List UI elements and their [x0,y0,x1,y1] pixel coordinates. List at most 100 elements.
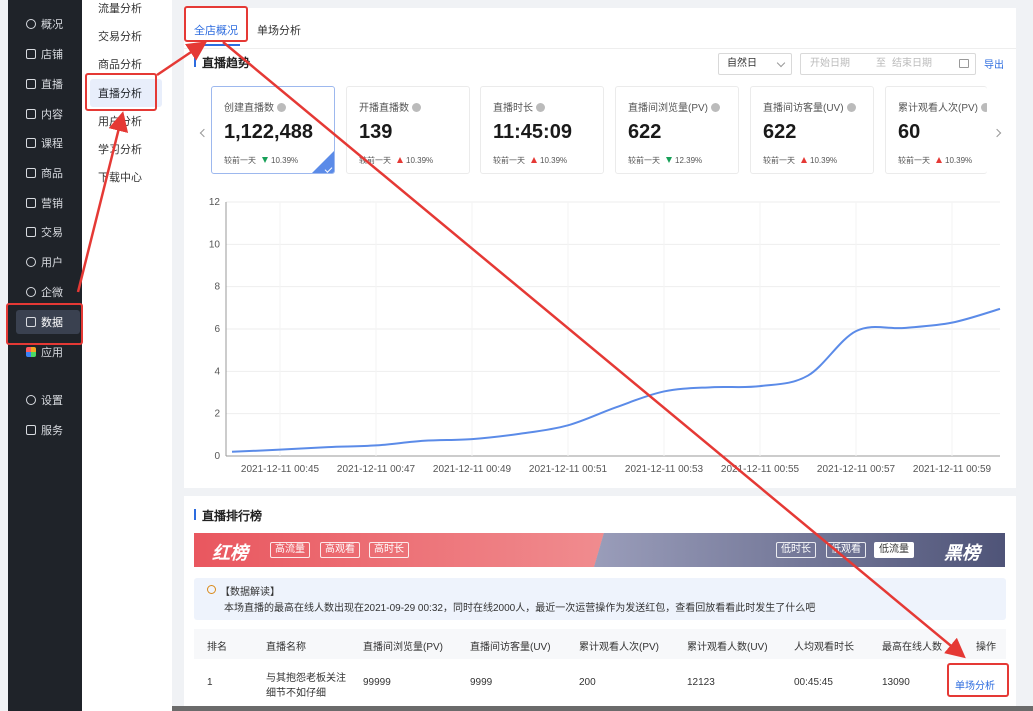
tab-divider [184,48,1016,49]
chevron-left-icon[interactable] [199,128,209,138]
cell-rank: 1 [207,677,213,688]
annotation-box-data-nav [6,303,83,345]
col-peak-online: 最高在线人数 [882,642,942,653]
kpi-card-pv[interactable]: 直播间浏览量(PV) 622 较前一天 12.39% [615,86,739,174]
red-tag-high-traffic[interactable]: 高流量 [270,542,310,558]
service-icon [26,425,36,435]
kpi-compare-label: 较前一天 [493,156,525,165]
info-icon [277,103,286,112]
nav-label: 商品 [41,168,63,180]
kpi-compare-label: 较前一天 [359,156,391,165]
bottom-scrollbar [172,706,1033,711]
kpi-compare: 较前一天 10.39% [763,155,837,166]
annotation-box-overview-tab [184,6,248,42]
kpi-card-uv[interactable]: 直播间访客量(UV) 622 较前一天 10.39% [750,86,874,174]
cell-total-viewers: 12123 [687,677,715,688]
red-list-title: 红榜 [212,543,248,563]
cell-uv: 9999 [470,677,493,688]
period-select[interactable]: 自然日 [718,53,792,75]
overview-card: 全店概况 单场分析 直播趋势 自然日 开始日期 至 结束日期 导出 创建直播数 … [184,8,1016,488]
nav-item-content[interactable]: 内容 [16,102,80,126]
main-content: 全店概况 单场分析 直播趋势 自然日 开始日期 至 结束日期 导出 创建直播数 … [172,0,1033,711]
lightbulb-icon [207,585,216,594]
black-tag-low-views[interactable]: 低观看 [826,542,866,558]
trend-up-icon [936,157,942,163]
black-tag-low-duration[interactable]: 低时长 [776,542,816,558]
kpi-change: 10.39% [945,156,973,165]
kpi-label: 开播直播数 [359,103,409,114]
kpi-compare: 较前一天 10.39% [224,155,298,166]
chevron-right-icon[interactable] [992,128,1002,138]
nav-item-store[interactable]: 店铺 [16,42,80,66]
kpi-label: 直播间浏览量(PV) [628,103,708,114]
megaphone-icon [26,198,36,208]
submenu-trade-analysis[interactable]: 交易分析 [90,22,162,50]
live-icon [26,79,36,89]
black-list-title: 黑榜 [944,543,980,563]
period-select-value: 自然日 [727,58,757,69]
x-tick-label: 2021-12-11 00:47 [337,464,416,475]
y-tick-label: 2 [214,409,220,420]
annotation-box-single-analysis [947,663,1009,697]
trend-up-icon [801,157,807,163]
nav-item-course[interactable]: 课程 [16,131,80,155]
kpi-card-created-lives[interactable]: 创建直播数 1,122,488 较前一天 10.39% [211,86,335,174]
col-total-viewers: 累计观看人数(UV) [687,642,768,653]
nav-item-live[interactable]: 直播 [16,72,80,96]
col-pv: 直播间浏览量(PV) [363,642,443,653]
kpi-value: 11:45:09 [493,121,572,143]
submenu-user-analysis[interactable]: 用户分析 [90,107,162,135]
kpi-card-total-views[interactable]: 累计观看人次(PV) 60 较前一天 10.39% [885,86,987,174]
data-insight-box: 【数据解读】 本场直播的最高在线人数出现在2021-09-29 00:32，同时… [194,578,1006,620]
kpi-card-started-lives[interactable]: 开播直播数 139 较前一天 10.39% [346,86,470,174]
kpi-label-wrap: 直播时长 [493,99,545,114]
kpi-value: 622 [628,121,662,143]
col-live-name: 直播名称 [266,642,306,653]
red-tag-high-views[interactable]: 高观看 [320,542,360,558]
x-tick-label: 2021-12-11 00:49 [433,464,512,475]
nav-item-goods[interactable]: 商品 [16,161,80,185]
nav-item-overview[interactable]: 概况 [16,12,80,36]
kpi-change: 10.39% [271,156,299,165]
kpi-compare: 较前一天 10.39% [898,155,972,166]
nav-item-user[interactable]: 用户 [16,250,80,274]
black-tag-low-traffic[interactable]: 低流量 [874,542,914,558]
red-tag-high-duration[interactable]: 高时长 [369,542,409,558]
end-date-placeholder[interactable]: 结束日期 [892,54,932,74]
apps-grid-icon [26,347,36,357]
nav-item-marketing[interactable]: 营销 [16,191,80,215]
nav-item-settings[interactable]: 设置 [16,388,80,412]
info-icon [846,103,856,112]
gear-icon [26,395,36,405]
start-date-placeholder[interactable]: 开始日期 [810,54,850,74]
insight-text: 本场直播的最高在线人数出现在2021-09-29 00:32，同时在线2000人… [224,603,816,614]
nav-label: 内容 [41,109,63,121]
kpi-compare: 较前一天 10.39% [359,155,433,166]
kpi-change: 12.39% [675,156,703,165]
export-button[interactable]: 导出 [984,56,1004,71]
tab-single-session[interactable]: 单场分析 [257,16,301,46]
x-tick-label: 2021-12-11 00:45 [241,464,320,475]
nav-item-service[interactable]: 服务 [16,418,80,442]
x-tick-label: 2021-12-11 00:55 [721,464,800,475]
user-icon [26,257,36,267]
submenu-download-center[interactable]: 下载中心 [90,163,162,191]
selected-check-icon [312,151,334,173]
transaction-icon [26,227,36,237]
kpi-label-wrap: 累计观看人次(PV) [898,99,987,114]
date-range-picker[interactable]: 开始日期 至 结束日期 [800,53,976,75]
y-tick-label: 4 [214,366,220,377]
nav-item-trade[interactable]: 交易 [16,220,80,244]
col-rank: 排名 [207,642,227,653]
kpi-card-live-duration[interactable]: 直播时长 11:45:09 较前一天 10.39% [480,86,604,174]
kpi-compare-label: 较前一天 [224,156,256,165]
submenu-learning-analysis[interactable]: 学习分析 [90,135,162,163]
nav-item-wecom[interactable]: 企微 [16,280,80,304]
kpi-value: 139 [359,121,393,143]
y-tick-label: 6 [214,324,220,335]
insight-title: 【数据解读】 [220,587,280,598]
ranking-section-title: 直播排行榜 [194,507,262,524]
red-list-banner: 红榜 高流量 高观看 高时长 [194,533,604,567]
submenu-traffic-analysis[interactable]: 流量分析 [90,0,162,22]
col-uv: 直播间访客量(UV) [470,642,551,653]
